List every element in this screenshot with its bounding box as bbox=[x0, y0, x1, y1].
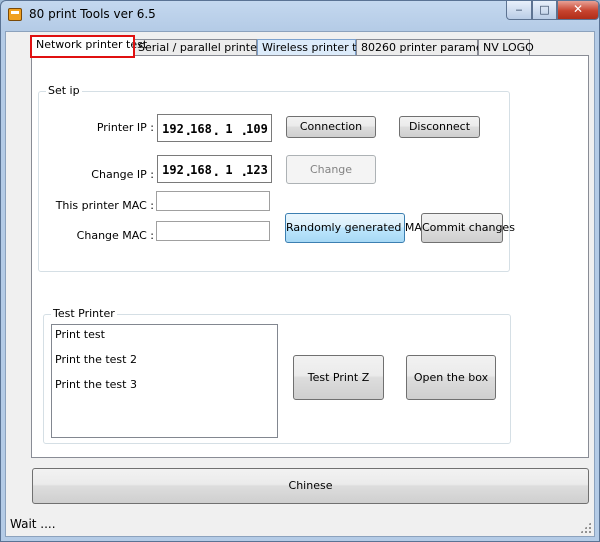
test-printer-group-title: Test Printer bbox=[51, 307, 117, 320]
test-list[interactable]: Print test Print the test 2 Print the te… bbox=[51, 324, 278, 438]
this-printer-mac-field[interactable] bbox=[156, 191, 270, 211]
printer-ip-octet-4[interactable]: 109 bbox=[244, 122, 270, 136]
change-ip-octet-3[interactable]: 1 bbox=[216, 163, 242, 177]
change-ip-octet-2[interactable]: 168 bbox=[188, 163, 214, 177]
printer-ip-octet-1[interactable]: 192 bbox=[160, 122, 186, 136]
change-ip-button[interactable]: Change bbox=[286, 155, 376, 184]
printer-ip-octet-3[interactable]: 1 bbox=[216, 122, 242, 136]
resize-grip-icon[interactable] bbox=[580, 522, 591, 533]
set-ip-group-title: Set ip bbox=[46, 84, 82, 97]
printer-app-icon bbox=[8, 8, 22, 21]
change-ip-octet-1[interactable]: 192 bbox=[160, 163, 186, 177]
printer-ip-octet-2[interactable]: 168 bbox=[188, 122, 214, 136]
change-ip-octet-4[interactable]: 123 bbox=[244, 163, 270, 177]
chinese-language-button[interactable]: Chinese bbox=[32, 468, 589, 504]
close-button[interactable]: ✕ bbox=[557, 1, 599, 20]
status-bar: Wait .... bbox=[6, 508, 594, 536]
open-box-button[interactable]: Open the box bbox=[406, 355, 496, 400]
change-mac-label: Change MAC : bbox=[76, 229, 154, 242]
tab-nv-logo[interactable]: NV LOGO bbox=[478, 39, 534, 56]
random-mac-button[interactable]: Randomly generated MAC bbox=[285, 213, 429, 243]
tab-80260-printer-parameters[interactable]: 80260 printer parameters bbox=[356, 39, 504, 56]
list-item[interactable]: Print the test 3 bbox=[55, 378, 137, 391]
disconnect-button[interactable]: Disconnect bbox=[399, 116, 480, 138]
printer-ip-label: Printer IP : bbox=[96, 121, 154, 134]
title-bar[interactable]: 80 print Tools ver 6.5 ‒ □ ✕ bbox=[1, 1, 599, 29]
window-title: 80 print Tools ver 6.5 bbox=[29, 7, 156, 21]
maximize-button[interactable]: □ bbox=[532, 1, 557, 20]
set-ip-group: Set ip Printer IP : 192 . 168 . 1 . 109 … bbox=[38, 84, 515, 272]
change-ip-label: Change IP : bbox=[91, 168, 154, 181]
app-window: 80 print Tools ver 6.5 ‒ □ ✕ Network pri… bbox=[0, 0, 600, 542]
printer-ip-input[interactable]: 192 . 168 . 1 . 109 bbox=[157, 114, 272, 142]
commit-changes-button[interactable]: Commit changes bbox=[421, 213, 515, 243]
change-mac-field[interactable] bbox=[156, 221, 270, 241]
connection-button[interactable]: Connection bbox=[286, 116, 376, 138]
network-tab-panel: Set ip Printer IP : 192 . 168 . 1 . 109 … bbox=[31, 55, 589, 458]
tab-network-printer-test[interactable]: Network printer test bbox=[30, 35, 147, 58]
minimize-button[interactable]: ‒ bbox=[506, 1, 532, 20]
list-item[interactable]: Print the test 2 bbox=[55, 353, 137, 366]
client-area: Network printer test Serial / parallel p… bbox=[5, 31, 595, 537]
test-print-button[interactable]: Test Print Z bbox=[293, 355, 384, 400]
tab-serial-parallel-printer-test[interactable]: Serial / parallel printer test bbox=[133, 39, 286, 56]
change-ip-input[interactable]: 192 . 168 . 1 . 123 bbox=[157, 155, 272, 183]
tab-wireless-printer-test[interactable]: Wireless printer test bbox=[257, 39, 373, 56]
test-printer-group: Test Printer Print test Print the test 2… bbox=[43, 307, 511, 444]
status-text: Wait .... bbox=[10, 517, 56, 531]
list-item[interactable]: Print test bbox=[55, 328, 105, 341]
this-printer-mac-label: This printer MAC : bbox=[55, 199, 154, 212]
